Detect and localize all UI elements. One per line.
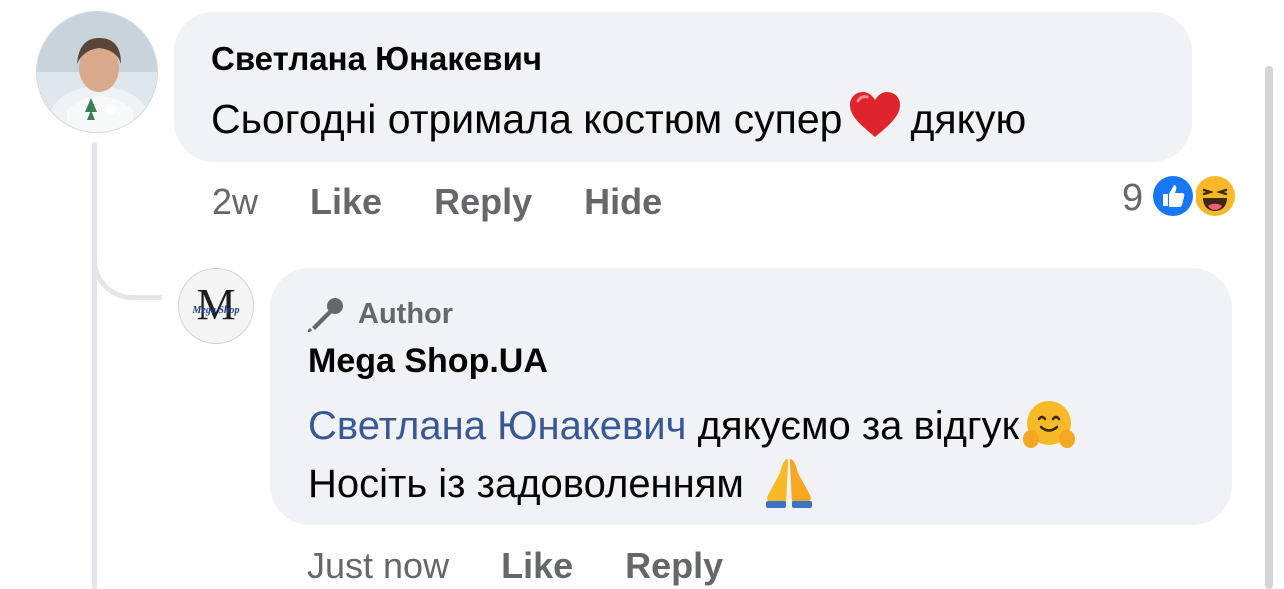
scrollbar[interactable]	[1265, 66, 1273, 589]
reply-button[interactable]: Reply	[434, 181, 532, 223]
red-heart-icon	[848, 91, 902, 149]
reaction-summary[interactable]: 9	[1122, 172, 1239, 225]
avatar[interactable]	[36, 11, 158, 133]
reply-text-line-1: Светлана Юнакевич дякуємо за відгук	[308, 397, 1077, 461]
page-avatar[interactable]: M Mega Shop	[178, 268, 254, 344]
logo-brand: Mega Shop	[192, 305, 240, 316]
reply-reply-button[interactable]: Reply	[625, 545, 723, 587]
comment-actions: 2w Like Reply Hide	[212, 181, 714, 223]
reply-timestamp[interactable]: Just now	[307, 545, 449, 587]
reply-actions: Just now Like Reply	[307, 545, 775, 587]
reaction-count: 9	[1122, 177, 1144, 219]
haha-reaction-icon	[1191, 172, 1239, 225]
comment-text-end: дякую	[910, 96, 1027, 142]
reply-author-name[interactable]: Mega Shop.UA	[308, 342, 548, 381]
thread-line	[92, 142, 97, 589]
reply-text-2: Носіть із задоволенням	[308, 462, 744, 506]
profile-photo	[37, 12, 157, 132]
comment-text-main: Сьогодні отримала костюм супер	[211, 96, 843, 142]
comment-timestamp[interactable]: 2w	[212, 181, 258, 223]
author-badge-label: Author	[358, 297, 454, 330]
reply-text-line-2: Носіть із задоволенням	[308, 455, 818, 519]
author-badge: Author	[308, 296, 453, 332]
like-button[interactable]: Like	[310, 181, 382, 223]
reply-like-button[interactable]: Like	[501, 545, 573, 587]
hide-button[interactable]: Hide	[584, 181, 662, 223]
mega-shop-logo: M Mega Shop	[179, 269, 253, 343]
comment-author-name[interactable]: Светлана Юнакевич	[211, 40, 542, 78]
folded-hands-icon	[760, 455, 818, 519]
mention-link[interactable]: Светлана Юнакевич	[308, 404, 686, 448]
like-reaction-icon	[1149, 172, 1197, 225]
thread-connector	[92, 250, 162, 300]
reply-text-1: дякуємо за відгук	[697, 404, 1020, 448]
hugging-face-icon	[1021, 397, 1077, 461]
comment-text: Сьогодні отримала костюм супер дякую	[211, 91, 1026, 149]
microphone-icon	[308, 298, 343, 332]
